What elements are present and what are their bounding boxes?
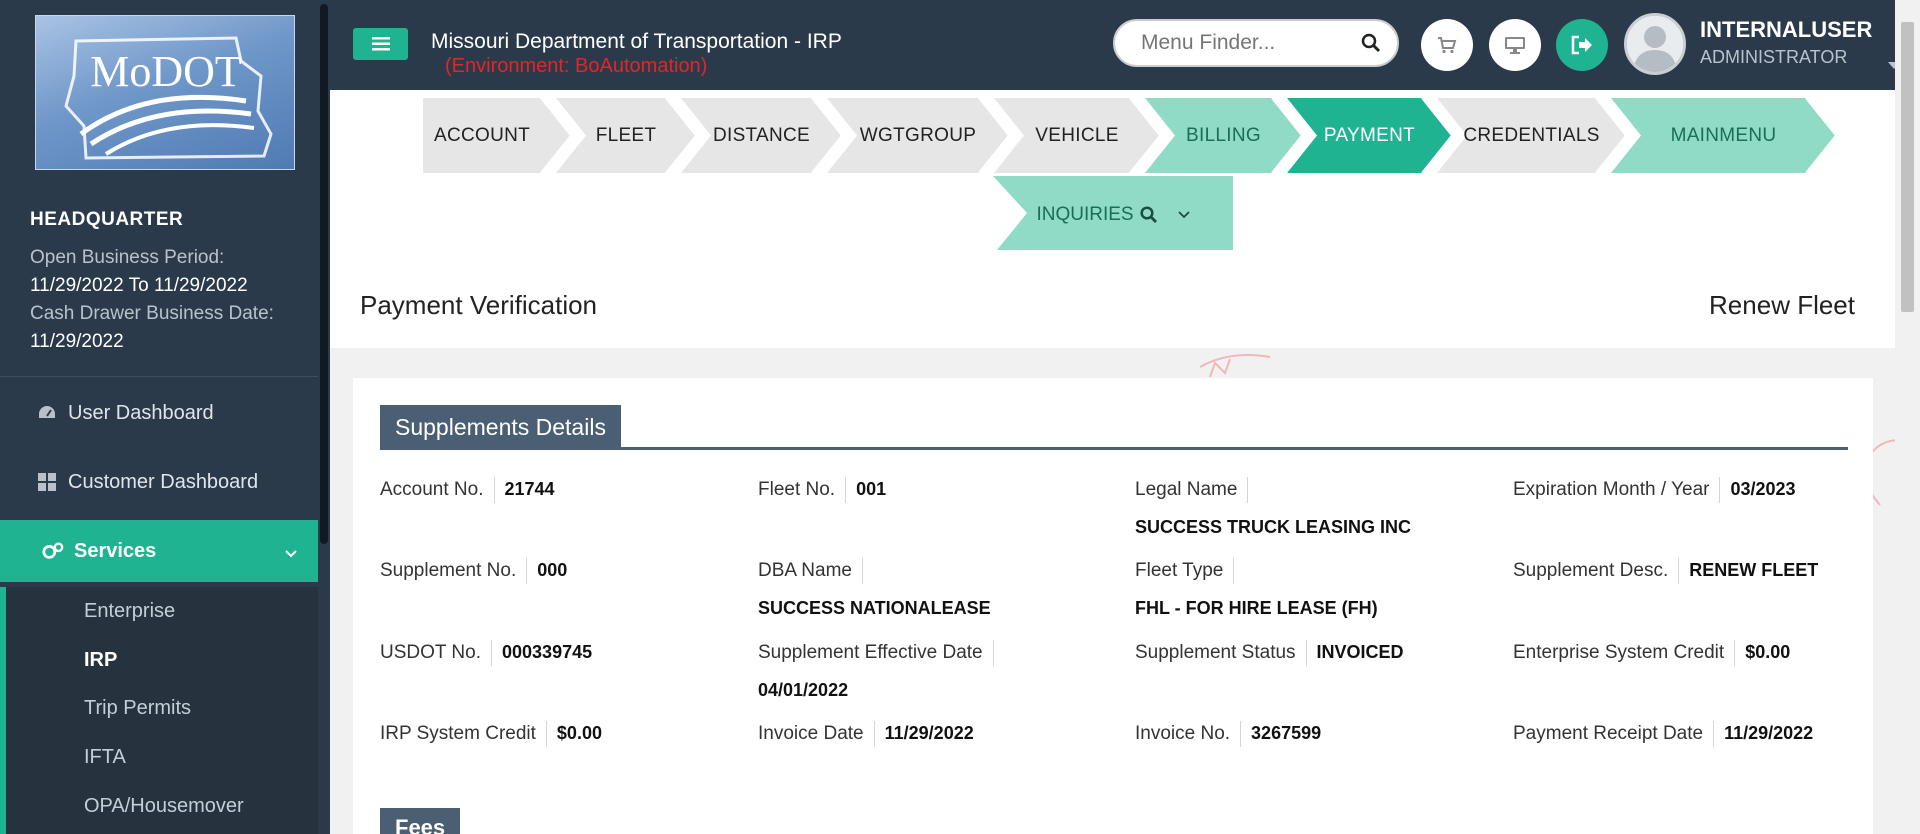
wizard-step-payment[interactable]: PAYMENT xyxy=(1287,98,1452,173)
wizard-step-wgtgroup[interactable]: WGTGROUP xyxy=(827,98,1009,173)
field-supplement-no: Supplement No. 000 xyxy=(380,558,567,584)
field-supplement-desc: Supplement Desc. RENEW FLEET xyxy=(1513,558,1818,584)
section-underline xyxy=(380,447,1848,450)
wizard-step-billing[interactable]: BILLING xyxy=(1145,98,1302,173)
field-legal-name: Legal Name SUCCESS TRUCK LEASING INC xyxy=(1135,477,1411,539)
wizard-step-inquiries[interactable]: INQUIRIES xyxy=(993,176,1233,259)
wizard-step-label: WGTGROUP xyxy=(859,124,977,146)
field-expiration: Expiration Month / Year 03/2023 xyxy=(1513,477,1796,503)
cart-button[interactable] xyxy=(1421,19,1473,71)
wizard-step-label: FLEET xyxy=(595,124,657,146)
page-mode: Renew Fleet xyxy=(1709,290,1855,320)
wizard-step-label: DISTANCE xyxy=(712,124,811,146)
open-period-value: 11/29/2022 To 11/29/2022 xyxy=(30,275,248,296)
field-effective-date: Supplement Effective Date 04/01/2022 xyxy=(758,640,1004,702)
chevron-down-icon xyxy=(1177,211,1190,219)
sidebar-item-customer-dashboard[interactable]: Customer Dashboard xyxy=(0,451,318,513)
supplements-card: Supplements Details Account No. 21744 Fle… xyxy=(353,378,1873,834)
user-avatar-icon xyxy=(1627,16,1683,72)
section-title: Supplements Details xyxy=(380,405,621,450)
field-fleet-no: Fleet No. 001 xyxy=(758,477,886,503)
user-role[interactable]: ADMINISTRATOR xyxy=(1700,47,1900,69)
services-submenu: Enterprise IRP Trip Permits IFTA OPA/Hou… xyxy=(0,587,318,834)
sidebar: MoDOT HEADQUARTER Open Business Period: … xyxy=(0,0,330,834)
wizard-step-label: VEHICLE xyxy=(1035,124,1119,146)
wizard-step-vehicle[interactable]: VEHICLE xyxy=(994,98,1160,173)
sign-out-icon xyxy=(1571,35,1592,55)
field-fleet-type: Fleet Type FHL - FOR HIRE LEASE (FH) xyxy=(1135,558,1378,620)
grid-icon xyxy=(36,471,58,493)
open-period-label: Open Business Period: xyxy=(30,247,225,268)
sidebar-item-label: Customer Dashboard xyxy=(68,470,259,493)
wizard-step-mainmenu[interactable]: MAINMENU xyxy=(1611,98,1836,173)
field-irp-credit: IRP System Credit $0.00 xyxy=(380,721,602,747)
wizard-step-credentials[interactable]: CREDENTIALS xyxy=(1437,98,1626,173)
chevron-down-icon xyxy=(284,542,298,565)
sidebar-item-user-dashboard[interactable]: User Dashboard xyxy=(0,382,318,444)
field-dba-name: DBA Name SUCCESS NATIONALEASE xyxy=(758,558,991,620)
submenu-item-enterprise[interactable]: Enterprise xyxy=(84,600,175,623)
menu-finder[interactable] xyxy=(1113,19,1399,67)
user-name[interactable]: INTERNALUSER xyxy=(1700,17,1872,43)
wizard-step-label: CREDENTIALS xyxy=(1463,124,1600,146)
field-receipt-date: Payment Receipt Date 11/29/2022 xyxy=(1513,721,1813,747)
wizard-step-label: BILLING xyxy=(1186,124,1261,146)
top-bar: Missouri Department of Transportation - … xyxy=(330,0,1920,90)
cash-drawer-date: 11/29/2022 xyxy=(30,331,124,352)
sidebar-divider xyxy=(0,376,318,377)
submenu-item-ifta[interactable]: IFTA xyxy=(84,746,126,769)
desktop-button[interactable] xyxy=(1489,19,1541,71)
gears-icon xyxy=(42,540,64,562)
wizard-step-account[interactable]: ACCOUNT xyxy=(423,98,571,173)
field-usdot-no: USDOT No. 000339745 xyxy=(380,640,592,666)
field-supplement-status: Supplement Status INVOICED xyxy=(1135,640,1404,666)
field-account-no: Account No. 21744 xyxy=(380,477,555,503)
sidebar-scrollbar[interactable] xyxy=(318,0,330,834)
search-icon[interactable] xyxy=(1361,33,1381,58)
sidebar-item-label: User Dashboard xyxy=(68,401,214,424)
wizard-step-fleet[interactable]: FLEET xyxy=(556,98,696,173)
hq-title: HEADQUARTER xyxy=(30,209,184,230)
field-invoice-date: Invoice Date 11/29/2022 xyxy=(758,721,974,747)
headquarter-info: HEADQUARTER Open Business Period: 11/29/… xyxy=(30,206,320,356)
inquiries-label: INQUIRIES xyxy=(1036,204,1134,225)
search-icon xyxy=(1140,206,1157,223)
hamburger-icon xyxy=(371,37,390,51)
wizard-step-label: PAYMENT xyxy=(1323,124,1416,146)
submenu-item-irp[interactable]: IRP xyxy=(84,649,117,672)
field-invoice-no: Invoice No. 3267599 xyxy=(1135,721,1321,747)
submenu-item-trip-permits[interactable]: Trip Permits xyxy=(84,697,191,720)
menu-toggle-button[interactable] xyxy=(353,28,408,60)
sidebar-item-services[interactable]: Services xyxy=(0,520,330,582)
cart-icon xyxy=(1438,37,1457,54)
sidebar-item-label: Services xyxy=(74,539,157,562)
logo-text: MoDOT xyxy=(90,47,242,96)
wizard-panel: ACCOUNT FLEET DISTANCE WGTGROUP VEHICLE BILLI… xyxy=(330,90,1895,348)
wizard-step-distance[interactable]: DISTANCE xyxy=(681,98,842,173)
wizard-step-label: MAINMENU xyxy=(1670,124,1777,146)
field-enterprise-credit: Enterprise System Credit $0.00 xyxy=(1513,640,1790,666)
avatar[interactable] xyxy=(1624,13,1686,75)
wizard-step-label: ACCOUNT xyxy=(433,124,531,146)
fees-section-title: Fees xyxy=(380,808,461,834)
page-scrollbar[interactable] xyxy=(1895,0,1920,834)
app-title: Missouri Department of Transportation - … xyxy=(431,30,842,53)
submenu-item-opa-housemover[interactable]: OPA/Housemover xyxy=(84,795,244,818)
cash-drawer-label: Cash Drawer Business Date: xyxy=(30,303,274,324)
desktop-icon xyxy=(1505,37,1525,54)
logout-button[interactable] xyxy=(1556,19,1608,71)
modot-logo: MoDOT xyxy=(35,15,295,170)
environment-label: (Environment: BoAutomation) xyxy=(445,55,708,77)
menu-finder-input[interactable] xyxy=(1141,31,1351,55)
dashboard-icon xyxy=(36,402,58,424)
page-title: Payment Verification xyxy=(360,290,598,320)
main-content: ACCOUNT FLEET DISTANCE WGTGROUP VEHICLE BILLI… xyxy=(330,90,1900,834)
